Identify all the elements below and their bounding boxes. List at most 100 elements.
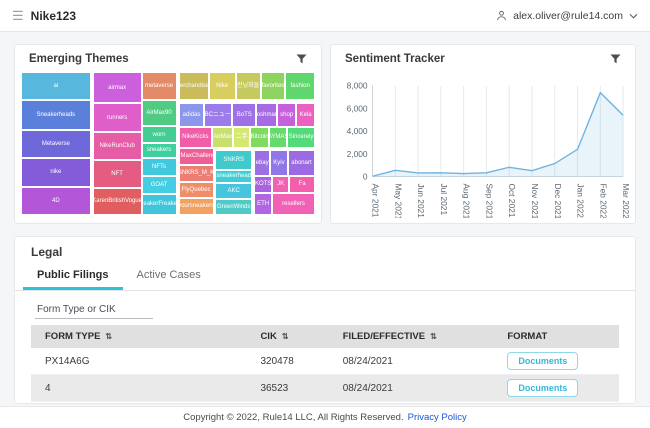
column-header[interactable]: FILED/EFFECTIVE⇅: [337, 325, 502, 348]
svg-text:2,000: 2,000: [347, 149, 368, 159]
treemap-tile[interactable]: JK: [272, 176, 289, 193]
sort-icon[interactable]: ⇅: [105, 332, 112, 341]
chevron-down-icon: [629, 13, 638, 19]
tab-public-filings[interactable]: Public Filings: [23, 265, 123, 290]
treemap-tile[interactable]: AKC: [215, 183, 252, 199]
menu-icon[interactable]: ☰: [12, 9, 24, 22]
filter-icon[interactable]: [610, 54, 621, 64]
treemap-tile[interactable]: SNKRS: [215, 150, 252, 170]
treemap-tile[interactable]: poshmark: [256, 103, 277, 127]
treemap-tile[interactable]: GreenWinds: [215, 199, 252, 215]
brand-title: Nike123: [31, 9, 76, 23]
table-cell: 08/24/2021: [337, 375, 502, 402]
copyright-text: Copyright © 2022, Rule14 LLC, All Rights…: [183, 412, 403, 423]
sort-icon[interactable]: ⇅: [282, 332, 289, 341]
treemap-tile[interactable]: FlyQuebec: [179, 182, 214, 198]
treemap-tile[interactable]: adidas: [179, 103, 205, 127]
treemap-tile[interactable]: NBCニュース: [204, 103, 232, 127]
svg-text:May 2021: May 2021: [393, 183, 403, 218]
emerging-themes-card: Emerging Themes aiSneakerheadsMetaversen…: [14, 44, 322, 224]
treemap-tile[interactable]: BoTS: [232, 103, 256, 127]
treemap-tile[interactable]: AirMax90: [142, 100, 177, 126]
treemap-tile[interactable]: shop: [277, 103, 296, 127]
treemap-tile[interactable]: NFTs: [142, 158, 177, 176]
treemap-tile[interactable]: Sneakerheads: [21, 100, 91, 130]
treemap-tile[interactable]: nike: [21, 158, 91, 187]
treemap-tile[interactable]: sneakerhead: [215, 170, 252, 183]
treemap-tile[interactable]: Nike: [209, 72, 236, 100]
treemap-tile[interactable]: Sincerely: [287, 127, 315, 148]
treemap-tile[interactable]: yoursneakers: [179, 198, 214, 215]
filter-icon[interactable]: [296, 54, 307, 64]
treemap-tile[interactable]: Fa: [289, 176, 315, 193]
treemap-tile[interactable]: sneakers: [142, 143, 177, 158]
treemap-tile[interactable]: NikeKicks: [179, 127, 213, 148]
treemap-tile[interactable]: runners: [93, 103, 142, 132]
svg-text:Dec 2021: Dec 2021: [553, 183, 563, 218]
column-header[interactable]: CIK⇅: [254, 325, 336, 348]
svg-text:Aug 2021: Aug 2021: [462, 183, 472, 218]
treemap-tile[interactable]: Kela: [296, 103, 315, 127]
treemap-tile[interactable]: AirMaxChallenge: [179, 148, 214, 165]
table-cell: 08/24/2021: [337, 402, 502, 405]
treemap-tile[interactable]: ETH: [254, 193, 272, 215]
form-type-cik-input[interactable]: [35, 301, 153, 319]
table-cell: 36523: [254, 375, 336, 402]
user-icon: [496, 10, 507, 21]
treemap-tile[interactable]: 런닝화들: [236, 72, 261, 100]
table-cell: 4: [31, 375, 254, 402]
table-row: 43652308/24/2021 Documents: [31, 375, 619, 402]
treemap-tile[interactable]: resellers: [272, 193, 315, 215]
treemap-tile[interactable]: abonart: [288, 150, 315, 176]
treemap-tile[interactable]: AYMAS: [269, 127, 287, 148]
legal-title: Legal: [15, 237, 635, 265]
svg-text:Jan 2022: Jan 2022: [576, 183, 586, 218]
treemap-tile[interactable]: SNKRS_M_K: [179, 165, 214, 182]
privacy-policy-link[interactable]: Privacy Policy: [408, 412, 467, 423]
treemap-tile[interactable]: GOAT: [142, 176, 177, 194]
svg-text:4,000: 4,000: [347, 126, 368, 136]
treemap-tile[interactable]: worn: [142, 126, 177, 143]
svg-text:Apr 2021: Apr 2021: [370, 183, 380, 217]
svg-text:Jun 2021: Jun 2021: [416, 183, 426, 218]
treemap-tile[interactable]: NFT: [93, 160, 142, 188]
treemap-tile[interactable]: AirMax: [212, 127, 233, 148]
treemap-tile[interactable]: ebay: [254, 150, 270, 176]
documents-button[interactable]: Documents: [507, 352, 578, 370]
treemap-tile[interactable]: 二手: [233, 127, 250, 148]
table-row: PX14A6G32047808/24/2021Documents: [31, 348, 619, 375]
svg-text:Sep 2021: Sep 2021: [484, 183, 494, 218]
svg-text:8,000: 8,000: [347, 81, 368, 91]
treemap-tile[interactable]: KarenBritishVogue: [93, 188, 142, 215]
treemap-tile[interactable]: merchandises: [179, 72, 209, 100]
svg-text:Nov 2021: Nov 2021: [530, 183, 540, 218]
footer: Copyright © 2022, Rule14 LLC, All Rights…: [0, 406, 650, 428]
treemap-tile[interactable]: SneakerFreakers: [142, 194, 177, 215]
treemap-tile[interactable]: NikeRunClub: [93, 132, 142, 160]
treemap-tile[interactable]: airmax: [93, 72, 142, 103]
legal-card: Legal Public Filings Active Cases FORM T…: [14, 236, 636, 404]
svg-text:6,000: 6,000: [347, 103, 368, 113]
treemap-tile[interactable]: 4D: [21, 187, 91, 215]
treemap-tile[interactable]: Kyiv: [270, 150, 288, 176]
filings-table: FORM TYPE⇅CIK⇅FILED/EFFECTIVE⇅FORMAT PX1…: [31, 325, 619, 404]
treemap-tile[interactable]: Metaverse: [21, 130, 91, 158]
column-header[interactable]: FORM TYPE⇅: [31, 325, 254, 348]
sentiment-chart: 02,0004,0006,0008,000Apr 2021May 2021Jun…: [335, 70, 631, 218]
table-row: 436521408/24/2021Documents: [31, 402, 619, 405]
treemap-tile[interactable]: metaverse: [142, 72, 177, 100]
treemap-tile[interactable]: ai: [21, 72, 91, 100]
treemap-tile[interactable]: KOTS: [254, 176, 272, 193]
documents-button[interactable]: Documents: [507, 379, 578, 397]
treemap-tile[interactable]: favorites: [261, 72, 286, 100]
user-menu[interactable]: alex.oliver@rule14.com: [496, 10, 638, 22]
tab-active-cases[interactable]: Active Cases: [123, 265, 215, 290]
sentiment-tracker-title: Sentiment Tracker: [345, 53, 445, 65]
filings-table-body: PX14A6G32047808/24/2021Documents43652308…: [31, 348, 619, 404]
emerging-themes-title: Emerging Themes: [29, 53, 129, 65]
sort-icon[interactable]: ⇅: [430, 332, 437, 341]
treemap-tile[interactable]: Bitcoin: [250, 127, 269, 148]
table-cell: PX14A6G: [31, 348, 254, 375]
treemap-tile[interactable]: fashion: [285, 72, 315, 100]
main-content: Emerging Themes aiSneakerheadsMetaversen…: [0, 32, 650, 404]
